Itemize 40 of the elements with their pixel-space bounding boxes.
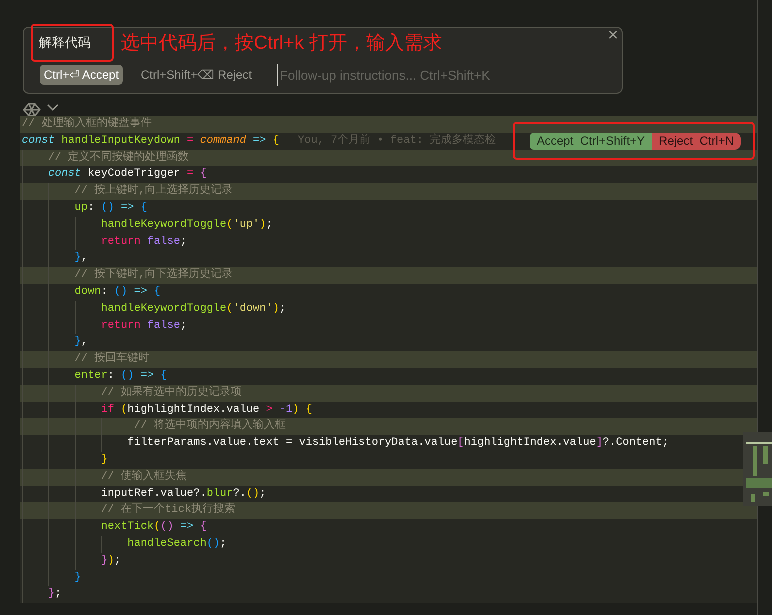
code-line: } xyxy=(100,452,108,468)
code-line: return false; xyxy=(100,234,188,250)
code-line: handleSearch(); xyxy=(126,536,227,552)
code-line: // 按回车键时 xyxy=(74,351,150,368)
code-line: if (highlightIndex.value > -1) { xyxy=(100,402,312,418)
code-line: inputRef.value?.blur?.(); xyxy=(100,486,266,502)
reject-button[interactable]: Ctrl+Shift+⌫ Reject xyxy=(140,65,254,85)
code-line: up: () => { xyxy=(74,200,148,216)
code-line: handleKeywordToggle('up'); xyxy=(100,218,273,233)
code-line: const handleInputKeydown = command => { xyxy=(22,134,280,149)
code-line: // 使输入框失焦 xyxy=(100,469,188,485)
code-line: // 处理输入框的键盘事件 xyxy=(22,116,152,132)
code-line: }, xyxy=(74,251,88,266)
code-line: down: () => { xyxy=(74,284,161,300)
code-line: } xyxy=(74,570,82,586)
code-line: // 将选中项的内容填入输入框 xyxy=(133,418,286,434)
close-button[interactable]: × xyxy=(608,25,619,45)
prompt-title: 解释代码 xyxy=(39,34,91,52)
accept-button[interactable]: Ctrl+⏎ Accept xyxy=(40,65,124,85)
followup-input[interactable]: Follow-up instructions... Ctrl+Shift+K xyxy=(277,64,607,86)
reject-button[interactable]: Reject Ctrl+N xyxy=(652,132,742,150)
blame-annotation: You, 7个月前 • feat: 完成多模态检 xyxy=(298,132,496,149)
code-line: handleKeywordToggle('down'); xyxy=(100,302,286,317)
code-line: // 在下一个tick执行搜索 xyxy=(100,502,236,518)
code-line: filterParams.value.text = visibleHistoryData.value[highlightIndex.value]?.Content; xyxy=(126,436,669,452)
code-line: enter: () => { xyxy=(74,368,168,384)
logo-icon[interactable] xyxy=(22,102,42,118)
accept-button[interactable]: Accept Ctrl+Shift+Y xyxy=(530,132,652,150)
code-line: }, xyxy=(74,335,88,350)
code-line: nextTick(() => { xyxy=(100,520,207,536)
code-line: // 如果有选中的历史记录项 xyxy=(100,385,242,401)
chevron-down-icon[interactable] xyxy=(47,104,60,112)
code-line: return false; xyxy=(100,318,188,334)
code-line: // 按下键时,向下选择历史记录 xyxy=(74,267,234,284)
code-line: // 按上键时,向上选择历史记录 xyxy=(74,183,234,200)
code-line: }); xyxy=(100,554,122,569)
code-line: }; xyxy=(47,587,62,602)
code-line: const keyCodeTrigger = { xyxy=(47,167,207,182)
code-line: // 定义不同按键的处理函数 xyxy=(47,150,190,166)
annotation-text: 选中代码后，按Ctrl+k 打开，输入需求 xyxy=(121,32,442,56)
